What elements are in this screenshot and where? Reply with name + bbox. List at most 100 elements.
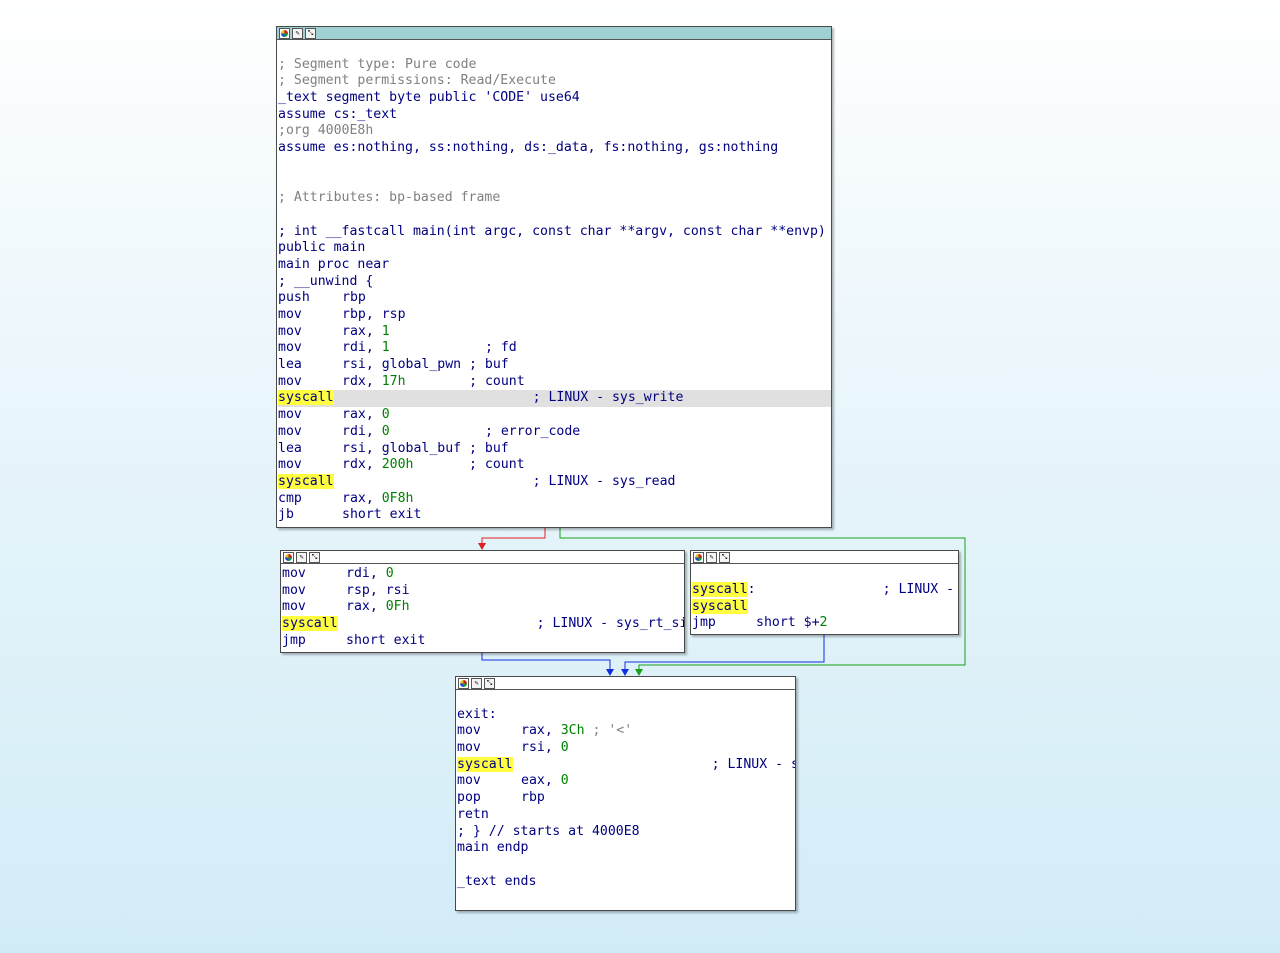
operand[interactable]: rbp, rsp: [342, 307, 406, 322]
collapse-icon[interactable]: ⤡: [719, 551, 730, 563]
operand[interactable]: rax,: [342, 491, 382, 506]
code-line[interactable]: syscall ; LINUX - sys_exit: [457, 756, 795, 774]
code-line[interactable]: mov rbp, rsp: [278, 307, 831, 324]
code-line[interactable]: [278, 207, 831, 224]
operand-number[interactable]: 0: [561, 773, 569, 788]
mnemonic[interactable]: lea: [278, 441, 342, 458]
operand[interactable]: rbp: [521, 790, 545, 805]
node-header[interactable]: ✎ ⤡: [456, 677, 795, 690]
operand[interactable]: short $+: [756, 615, 820, 630]
code-line[interactable]: syscall: ; LINUX -: [692, 582, 958, 599]
operand[interactable]: rdx,: [342, 457, 382, 472]
rename-icon[interactable]: ✎: [296, 551, 307, 563]
code-line[interactable]: assume cs:_text: [278, 107, 831, 124]
operand[interactable]: rsi, global_pwn: [342, 357, 461, 372]
node-color-icon[interactable]: [693, 551, 704, 563]
collapse-icon[interactable]: ⤡: [305, 27, 316, 39]
operand[interactable]: short exit: [342, 507, 421, 522]
operand[interactable]: rdi,: [342, 340, 382, 355]
mnemonic[interactable]: mov: [278, 340, 342, 357]
mnemonic[interactable]: jb: [278, 507, 342, 524]
mnemonic[interactable]: mov: [457, 773, 521, 790]
mnemonic[interactable]: syscall: [692, 598, 756, 616]
mnemonic[interactable]: mov: [278, 307, 342, 324]
graph-node-sigreturn[interactable]: ✎ ⤡ mov rdi, 0 mov rsp, rsi mov rax, 0Fh sysca…: [280, 550, 685, 653]
code-line[interactable]: mov rdx, 17h ; count: [278, 374, 831, 391]
operand[interactable]: rsp, rsi: [346, 583, 410, 598]
code-line[interactable]: retn: [457, 807, 795, 824]
code-line[interactable]: [278, 174, 831, 191]
code-line[interactable]: mov rax, 0Fh: [282, 599, 684, 616]
operand-number[interactable]: 0: [386, 566, 394, 581]
code-line[interactable]: public main: [278, 240, 831, 257]
code-line[interactable]: mov rsp, rsi: [282, 583, 684, 600]
code-line[interactable]: ; } // starts at 4000E8: [457, 824, 795, 841]
operand-number[interactable]: 1: [382, 324, 390, 339]
operand-number[interactable]: 3Ch: [561, 723, 585, 738]
operand-number[interactable]: 0: [561, 740, 569, 755]
code-line[interactable]: [457, 690, 795, 707]
code-line[interactable]: mov eax, 0: [457, 773, 795, 790]
disassembly-listing[interactable]: exit: mov rax, 3Ch ; '<' mov rsi, 0 syscall ;…: [456, 690, 795, 890]
code-line[interactable]: ; int __fastcall main(int argc, const ch…: [278, 224, 831, 241]
mnemonic[interactable]: syscall: [457, 756, 521, 774]
code-line[interactable]: lea rsi, global_pwn ; buf: [278, 357, 831, 374]
operand[interactable]: rbp: [342, 290, 366, 305]
code-line[interactable]: main endp: [457, 840, 795, 857]
code-line[interactable]: syscall ; LINUX - sys_rt_sigreturn: [282, 616, 684, 633]
code-line[interactable]: main proc near: [278, 257, 831, 274]
operand-number[interactable]: 1: [382, 340, 390, 355]
mnemonic[interactable]: mov: [278, 324, 342, 341]
code-line[interactable]: [278, 157, 831, 174]
mnemonic[interactable]: jmp: [692, 615, 756, 632]
code-line[interactable]: jb short exit: [278, 507, 831, 524]
mnemonic[interactable]: syscall: [278, 390, 342, 407]
code-line[interactable]: jmp short $+2: [692, 615, 958, 632]
code-line[interactable]: mov rdx, 200h ; count: [278, 457, 831, 474]
mnemonic[interactable]: jmp: [282, 633, 346, 650]
operand-number[interactable]: 200h: [382, 457, 414, 472]
code-line[interactable]: syscall ; LINUX - sys_read: [278, 473, 831, 491]
code-line[interactable]: syscall: [692, 598, 958, 616]
operand[interactable]: rax,: [342, 407, 382, 422]
disassembly-listing[interactable]: mov rdi, 0 mov rsp, rsi mov rax, 0Fh syscall ;…: [281, 564, 684, 649]
node-color-icon[interactable]: [458, 677, 469, 689]
code-line[interactable]: ;org 4000E8h: [278, 123, 831, 140]
code-line[interactable]: mov rax, 1: [278, 324, 831, 341]
code-line[interactable]: jmp short exit: [282, 633, 684, 650]
mnemonic[interactable]: mov: [282, 566, 346, 583]
code-line[interactable]: _text ends: [457, 874, 795, 891]
collapse-icon[interactable]: ⤡: [309, 551, 320, 563]
graph-node-syscall-loop[interactable]: ✎ ⤡ syscall: ; LINUX - syscall jmp short $+…: [690, 550, 959, 635]
operand-number[interactable]: 0: [382, 424, 390, 439]
rename-icon[interactable]: ✎: [292, 27, 303, 39]
rename-icon[interactable]: ✎: [706, 551, 717, 563]
disassembly-listing[interactable]: ; Segment type: Pure code; Segment permi…: [277, 40, 831, 524]
mnemonic[interactable]: cmp: [278, 491, 342, 508]
mnemonic[interactable]: mov: [278, 424, 342, 441]
mnemonic[interactable]: syscall:: [692, 582, 756, 599]
code-line[interactable]: mov rsi, 0: [457, 740, 795, 757]
code-line[interactable]: lea rsi, global_buf ; buf: [278, 441, 831, 458]
node-color-icon[interactable]: [279, 27, 290, 39]
mnemonic[interactable]: syscall: [278, 473, 342, 491]
operand[interactable]: eax,: [521, 773, 561, 788]
operand[interactable]: rax,: [342, 324, 382, 339]
operand[interactable]: rax,: [346, 599, 386, 614]
operand-number[interactable]: 0F8h: [382, 491, 414, 506]
code-line[interactable]: ; Segment type: Pure code: [278, 57, 831, 74]
code-line[interactable]: mov rax, 3Ch ; '<': [457, 723, 795, 740]
code-line[interactable]: mov rdi, 0 ; error_code: [278, 424, 831, 441]
graph-node-main[interactable]: ✎ ⤡ ; Segment type: Pure code; Segment p…: [276, 26, 832, 528]
mnemonic[interactable]: mov: [278, 407, 342, 424]
mnemonic[interactable]: mov: [457, 723, 521, 740]
code-line[interactable]: mov rdi, 0: [282, 566, 684, 583]
mnemonic[interactable]: mov: [282, 583, 346, 600]
code-line[interactable]: assume es:nothing, ss:nothing, ds:_data,…: [278, 140, 831, 157]
code-line[interactable]: [278, 40, 831, 57]
graph-node-exit[interactable]: ✎ ⤡ exit: mov rax, 3Ch ; '<' mov rsi, 0 sysca…: [455, 676, 796, 911]
operand-number[interactable]: 0Fh: [386, 599, 410, 614]
rename-icon[interactable]: ✎: [471, 677, 482, 689]
mnemonic[interactable]: push: [278, 290, 342, 307]
mnemonic[interactable]: retn: [457, 807, 521, 824]
